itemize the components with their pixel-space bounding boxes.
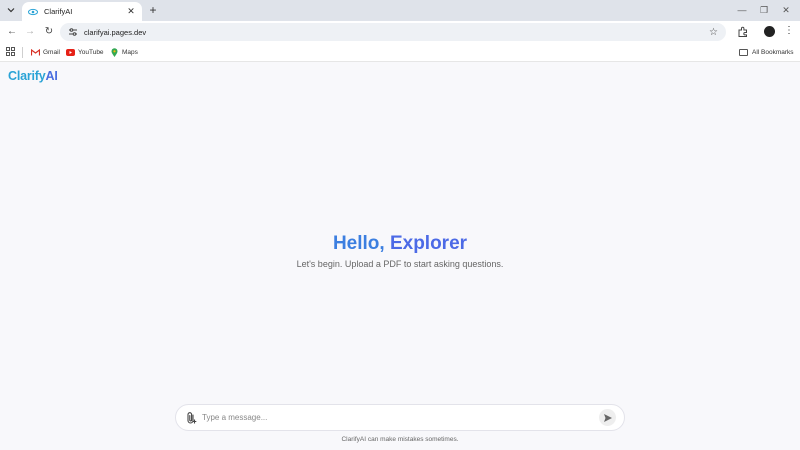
address-bar[interactable]: clarifyai.pages.dev ☆: [60, 23, 726, 41]
disclaimer-text: ClarifyAI can make mistakes sometimes.: [341, 436, 459, 443]
extensions-puzzle-icon[interactable]: [737, 25, 749, 37]
back-arrow-icon[interactable]: ←: [5, 25, 19, 39]
send-icon: [603, 413, 612, 422]
more-menu-icon[interactable]: ⋮: [784, 24, 794, 38]
greeting-heading: Hello, Explorer: [0, 233, 800, 255]
new-tab-button[interactable]: +: [146, 3, 160, 17]
bookmarks-bar: Gmail YouTube Maps All Bookmarks: [0, 43, 800, 62]
attach-file-button[interactable]: [184, 411, 198, 425]
apps-grid-icon[interactable]: [6, 47, 15, 56]
bookmarks-divider: [22, 47, 23, 58]
bookmark-youtube[interactable]: YouTube: [66, 46, 104, 58]
window-close-icon[interactable]: ✕: [779, 3, 793, 17]
bookmark-gmail[interactable]: Gmail: [31, 46, 60, 58]
restore-icon[interactable]: ❐: [757, 3, 771, 17]
site-info-icon[interactable]: [68, 27, 78, 37]
tab-close-icon[interactable]: ✕: [126, 6, 136, 17]
send-button[interactable]: [599, 409, 616, 426]
message-composer: [175, 404, 625, 431]
greeting-name: Explorer: [389, 233, 468, 254]
folder-icon: [739, 48, 748, 56]
app-logo[interactable]: ClarifyAI: [8, 69, 58, 83]
bookmark-star-icon[interactable]: ☆: [709, 27, 718, 38]
gmail-icon: [31, 48, 40, 56]
chevron-down-icon: [7, 8, 15, 13]
browser-toolbar: ← → ↻ clarifyai.pages.dev ☆: [0, 21, 800, 43]
greeting-subtitle: Let's begin. Upload a PDF to start askin…: [296, 259, 504, 269]
tab-strip: ClarifyAI ✕ + — ❐ ✕: [0, 0, 800, 21]
browser-tab-active[interactable]: ClarifyAI ✕: [22, 2, 142, 21]
brand-prefix: Clarify: [8, 69, 46, 83]
paperclip-icon: [187, 411, 197, 424]
brand-suffix: AI: [45, 69, 58, 83]
all-bookmarks-label: All Bookmarks: [752, 48, 794, 56]
maps-icon: [110, 47, 119, 57]
app-page: ClarifyAI Hello, Explorer Let's begin. U…: [0, 63, 800, 450]
bookmark-label: Maps: [122, 48, 138, 56]
message-input[interactable]: [202, 413, 599, 422]
tab-search-button[interactable]: [4, 3, 18, 17]
url-text: clarifyai.pages.dev: [84, 27, 147, 37]
bookmark-maps[interactable]: Maps: [110, 46, 138, 58]
youtube-icon: [66, 48, 75, 56]
bookmark-label: Gmail: [43, 48, 60, 56]
tab-title: ClarifyAI: [44, 7, 73, 16]
all-bookmarks-button[interactable]: All Bookmarks: [739, 46, 794, 58]
minimize-icon[interactable]: —: [735, 3, 749, 17]
bookmark-label: YouTube: [78, 48, 104, 56]
forward-arrow-icon[interactable]: →: [23, 25, 37, 39]
greeting-prefix: Hello,: [332, 233, 385, 254]
profile-avatar[interactable]: [764, 26, 775, 37]
reload-icon[interactable]: ↻: [42, 25, 56, 39]
eye-icon: [28, 7, 38, 17]
